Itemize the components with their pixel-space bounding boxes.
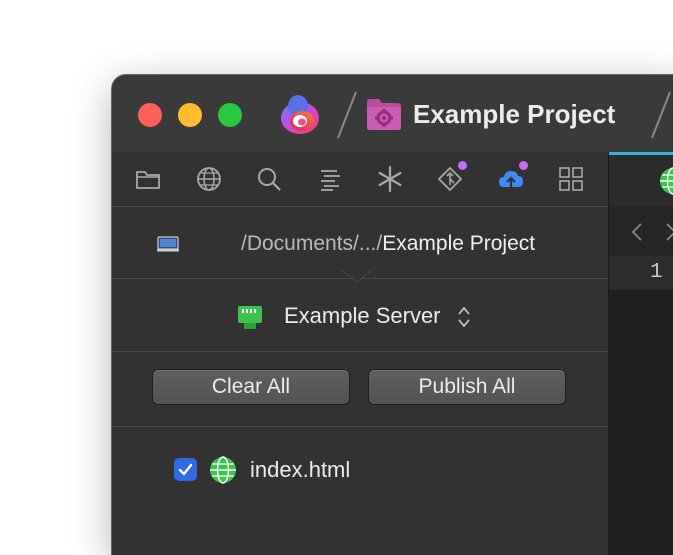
path-folder-name: Example Project <box>382 232 535 255</box>
list-item[interactable]: index.html <box>112 427 608 481</box>
breadcrumb-separator <box>334 88 360 142</box>
current-line[interactable]: 1 <box>609 256 673 290</box>
publish-actions: Clear All Publish All <box>112 352 608 427</box>
folder-icon <box>134 165 162 193</box>
path-prefix: /Documents/.../ <box>241 232 382 255</box>
notification-badge <box>519 161 528 170</box>
publish-tab[interactable] <box>496 164 526 194</box>
editor-tab-bar <box>609 152 673 206</box>
zoom-window-button[interactable] <box>218 103 242 127</box>
globe-icon[interactable] <box>659 167 673 195</box>
file-checkbox[interactable] <box>174 458 197 481</box>
grid-icon <box>557 165 585 193</box>
extensions-tab[interactable] <box>556 164 586 194</box>
local-path: /Documents/.../Example Project <box>241 231 535 257</box>
search-tab[interactable] <box>254 164 284 194</box>
files-tab[interactable] <box>133 164 163 194</box>
clear-all-button[interactable]: Clear All <box>152 369 350 405</box>
editor-pane[interactable]: 1 <box>609 152 673 555</box>
server-name: Example Server <box>284 303 441 329</box>
web-tab[interactable] <box>194 164 224 194</box>
server-selector[interactable]: Example Server <box>112 279 608 352</box>
close-window-button[interactable] <box>138 103 162 127</box>
clips-tab[interactable] <box>375 164 405 194</box>
source-control-tab[interactable] <box>435 164 465 194</box>
project-title[interactable]: Example Project <box>413 98 615 130</box>
app-logo-icon[interactable] <box>277 92 323 138</box>
search-icon <box>255 165 283 193</box>
title-bar: Example Project <box>112 75 673 153</box>
sidebar-toolbar <box>112 152 608 207</box>
computer-icon <box>157 236 179 252</box>
publish-all-button[interactable]: Publish All <box>368 369 566 405</box>
chevron-right-icon[interactable] <box>665 222 673 242</box>
file-name: index.html <box>250 457 350 483</box>
server-icon <box>236 303 264 331</box>
app-window: Example Project <box>112 75 673 555</box>
project-folder-icon[interactable] <box>365 96 403 132</box>
asterisk-icon <box>376 165 404 193</box>
sidebar: /Documents/.../Example Project Example S… <box>112 152 609 555</box>
chevron-left-icon[interactable] <box>631 222 643 242</box>
local-path-row[interactable]: /Documents/.../Example Project <box>112 207 608 279</box>
chevron-up-down-icon[interactable] <box>457 304 471 330</box>
globe-icon <box>209 456 237 484</box>
line-number: 1 <box>650 260 663 286</box>
breadcrumb-separator <box>648 88 673 142</box>
globe-icon <box>195 165 223 193</box>
notification-badge <box>458 161 467 170</box>
editor-navigation <box>609 206 673 256</box>
minimize-window-button[interactable] <box>178 103 202 127</box>
symbols-tab[interactable] <box>314 164 344 194</box>
text-align-icon <box>315 165 343 193</box>
checkmark-icon <box>177 461 194 478</box>
